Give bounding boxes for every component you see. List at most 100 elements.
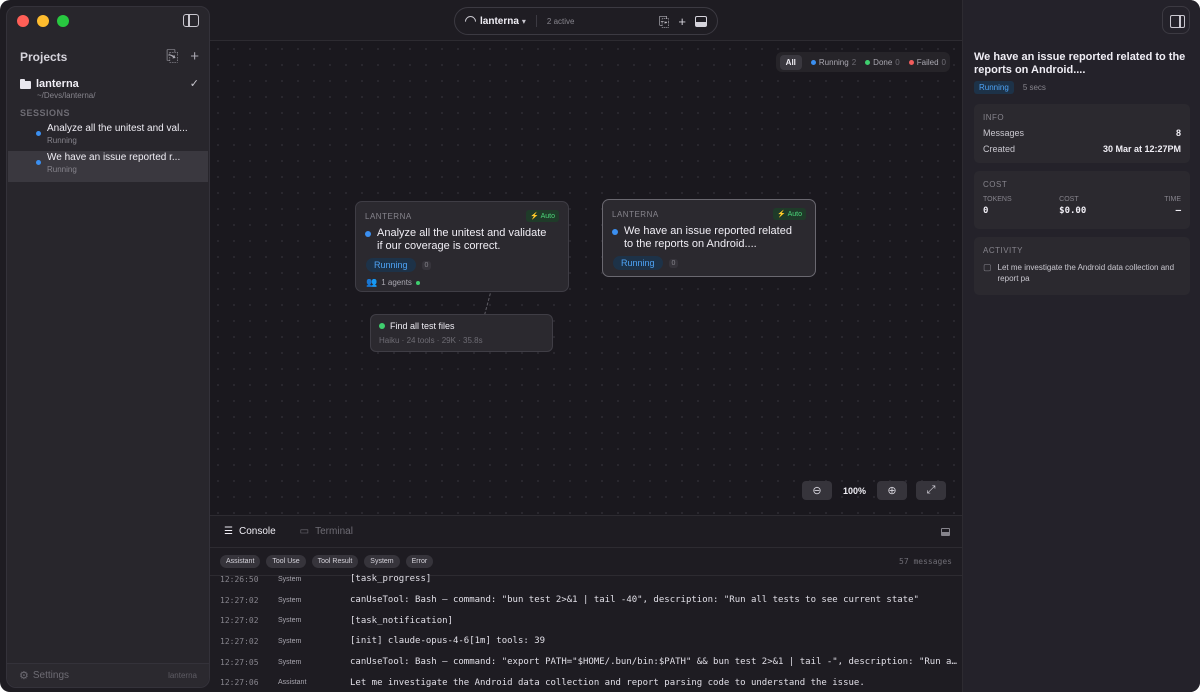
chip-assistant[interactable]: Assistant <box>220 555 261 568</box>
filter-running[interactable]: Running 2 <box>810 57 857 67</box>
chevron-down-icon[interactable]: ▾ <box>522 17 526 26</box>
session-node[interactable]: LANTERNA ⚡ Auto Analyze all the unitest … <box>355 201 569 292</box>
log-role: System <box>278 617 302 625</box>
sessions-label: SESSIONS <box>20 108 71 118</box>
log-text: [task_notification] <box>350 615 453 626</box>
sidebar: Projects ⎘ + lanterna ✓ ~/Devs/lanterna/… <box>6 6 210 688</box>
node-title-line: Analyze all the unitest and validate <box>377 227 547 239</box>
node-title-line: if our coverage is correct. <box>377 240 501 252</box>
projects-title: Projects <box>20 49 68 64</box>
tab-console[interactable]: ☰ Console <box>224 526 276 537</box>
detail-panel-toggle-icon[interactable] <box>1162 6 1190 34</box>
zoom-in-button[interactable]: ⊕ <box>877 481 907 500</box>
session-item-selected[interactable]: We have an issue reported r... Running <box>8 151 208 182</box>
auto-badge: ⚡ Auto <box>773 208 806 220</box>
log-row: 12:26:50 System [task_progress] <box>210 574 962 590</box>
cost-label: COST <box>983 180 1008 189</box>
log-role: System <box>278 575 302 583</box>
chip-system[interactable]: System <box>364 555 400 568</box>
cost-grid: TOKENS 0 COST $0.00 TIME — <box>983 196 1181 216</box>
task-title: Find all test files <box>390 321 455 331</box>
zoom-out-button[interactable]: ⊖ <box>801 481 832 500</box>
node-project: LANTERNA <box>365 211 412 221</box>
add-icon[interactable]: + <box>678 15 686 28</box>
project-item[interactable]: lanterna ✓ ~/Devs/lanterna/ <box>20 77 199 100</box>
filter-done[interactable]: Done 0 <box>865 58 900 67</box>
filter-failed[interactable]: Failed 0 <box>908 58 946 67</box>
new-session-file-icon[interactable]: ⎘ <box>166 49 178 64</box>
chip-error[interactable]: Error <box>405 555 434 568</box>
tab-terminal[interactable]: ▭ Terminal <box>300 526 353 537</box>
session-status: Running <box>47 136 77 145</box>
project-switcher: lanterna ▾ 2 active ⎘ + <box>454 7 718 35</box>
auto-badge-label: Auto <box>540 213 555 220</box>
status-dot <box>36 160 41 165</box>
add-project-icon[interactable]: + <box>190 49 199 64</box>
check-icon: ✓ <box>189 78 199 90</box>
chip-tool-use[interactable]: Tool Use <box>266 555 306 568</box>
chat-icon: ▢ <box>983 262 992 272</box>
zoom-controls: ⊖ 100% ⊕ ⤢ <box>801 481 946 500</box>
activity-card: ACTIVITY ▢ Let me investigate the Androi… <box>974 237 1190 295</box>
status-dot <box>612 229 618 235</box>
cost-col: COST $0.00 <box>1059 196 1135 216</box>
session-title: Analyze all the unitest and val... <box>47 123 188 134</box>
tab-console-label: Console <box>238 526 276 537</box>
node-title-line: to the reports on Android.... <box>624 238 757 250</box>
terminal-icon: ▭ <box>299 526 310 537</box>
log-list[interactable]: 12:26:50 System [task_progress] 12:27:02… <box>210 574 962 692</box>
filter-all[interactable]: All <box>779 54 802 70</box>
close-window-button[interactable] <box>17 15 29 27</box>
session-status: Running <box>47 165 77 174</box>
log-role: System <box>278 658 302 666</box>
new-file-icon[interactable]: ⎘ <box>659 15 669 28</box>
filter-done-count: 0 <box>895 57 900 67</box>
toggle-console-icon[interactable] <box>695 15 707 27</box>
time-col: TIME — <box>1135 196 1181 216</box>
settings-project: lanterna <box>168 671 197 680</box>
log-text: canUseTool: Bash — command: "export PATH… <box>350 657 962 668</box>
filter-running-count: 2 <box>851 57 857 67</box>
settings-button[interactable]: ⚙ Settings lanterna <box>7 663 209 687</box>
session-canvas[interactable]: All Running 2 Done 0 Failed 0 LANTERNA ⚡… <box>210 41 962 515</box>
log-time: 12:27:06 <box>220 678 259 688</box>
log-text: Let me investigate the Android data coll… <box>350 677 865 688</box>
project-selector[interactable]: lanterna <box>480 16 519 27</box>
session-node-selected[interactable]: LANTERNA ⚡ Auto We have an issue reporte… <box>602 199 816 277</box>
time-value: — <box>1175 206 1181 216</box>
cost-value: $0.00 <box>1059 206 1087 216</box>
auto-badge-label: Auto <box>787 211 802 218</box>
detail-panel: We have an issue reported related to the… <box>962 0 1200 692</box>
log-row: 12:27:02 System canUseTool: Bash — comma… <box>210 590 962 611</box>
sidebar-toggle-icon[interactable] <box>183 14 199 27</box>
node-project: LANTERNA <box>612 209 659 219</box>
top-bar: lanterna ▾ 2 active ⎘ + <box>210 0 962 41</box>
agent-task-node[interactable]: Find all test files Haiku · 24 tools · 2… <box>370 314 553 352</box>
status-badge: Running <box>366 258 416 272</box>
active-count: 2 active <box>546 16 575 26</box>
node-title-line: We have an issue reported related <box>624 225 792 237</box>
console-panel: ☰ Console ▭ Terminal Assistant Tool Use … <box>210 515 962 692</box>
minimize-window-button[interactable] <box>37 15 49 27</box>
task-meta: Haiku · 24 tools · 29K · 35.8s <box>379 336 483 345</box>
detail-status-row: Running 5 secs <box>974 81 1046 94</box>
zoom-window-button[interactable] <box>57 15 69 27</box>
fit-view-button[interactable]: ⤢ <box>916 481 946 500</box>
status-dot <box>36 131 41 136</box>
log-time: 12:27:02 <box>220 636 259 646</box>
time-key: TIME <box>1164 196 1181 203</box>
divider <box>535 15 537 27</box>
auto-badge: ⚡ Auto <box>526 210 559 222</box>
log-role: System <box>278 596 302 604</box>
created-key: Created <box>983 144 1016 154</box>
log-time: 12:26:50 <box>220 574 259 584</box>
node-title: We have an issue reported related to the… <box>624 225 792 251</box>
node-title: Analyze all the unitest and validate if … <box>377 227 546 253</box>
session-item[interactable]: Analyze all the unitest and val... Runni… <box>8 122 208 153</box>
tokens-col: TOKENS 0 <box>983 196 1059 216</box>
chip-tool-result[interactable]: Tool Result <box>311 555 359 568</box>
console-tabs: ☰ Console ▭ Terminal <box>210 516 962 548</box>
done-dot <box>865 59 871 65</box>
messages-row: Messages 8 <box>983 128 1181 138</box>
collapse-panel-icon[interactable] <box>941 528 950 536</box>
